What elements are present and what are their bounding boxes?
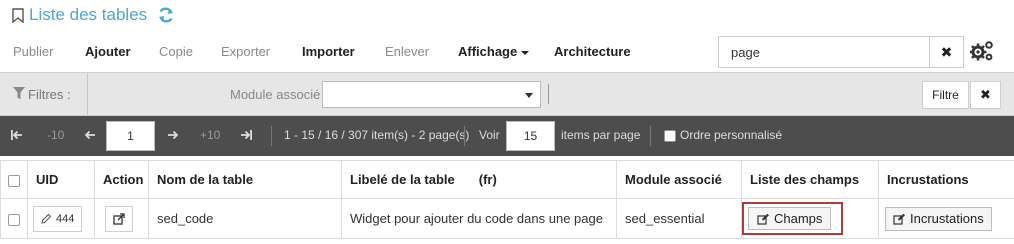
column-header-module[interactable]: Module associé: [616, 160, 742, 199]
voir-label: Voir: [479, 128, 500, 142]
highlight-box: Champs: [742, 202, 844, 235]
exporter-button[interactable]: Exporter: [221, 44, 270, 59]
affichage-menu[interactable]: Affichage: [458, 44, 530, 59]
publier-button[interactable]: Publier: [13, 44, 53, 59]
champs-button[interactable]: Champs: [748, 207, 832, 230]
items-per-page-label: items par page: [561, 128, 641, 142]
architecture-button[interactable]: Architecture: [554, 44, 631, 59]
page-title: Liste des tables: [29, 5, 148, 24]
divider: [464, 126, 465, 146]
module-filter-label: Module associé: [230, 87, 321, 102]
search-input[interactable]: [718, 36, 930, 68]
close-icon: ✖: [980, 87, 991, 102]
select-all-checkbox[interactable]: [8, 174, 20, 187]
column-header-incrustations: Incrustations: [878, 160, 1014, 199]
next-page-icon[interactable]: [167, 129, 179, 141]
divider: [87, 73, 88, 115]
close-icon: ✖: [940, 43, 953, 60]
table-header-row: UID Action Nom de la table Libelé de la …: [0, 160, 1014, 199]
pagination-summary: 1 - 15 / 16 / 307 item(s) - 2 page(s): [284, 128, 470, 142]
clear-filter-button[interactable]: ✖: [970, 81, 1001, 109]
share-icon: [113, 212, 125, 225]
forward-ten-button[interactable]: +10: [200, 128, 220, 142]
table-name-cell: sed_code: [148, 198, 342, 239]
filter-bar: Filtres : Module associé Filtre ✖: [0, 72, 1014, 116]
edit-icon: [893, 213, 905, 225]
select-all-cell: [0, 160, 28, 199]
libelle-lang-label: (fr): [478, 172, 497, 187]
champs-label: Champs: [774, 211, 823, 226]
importer-button[interactable]: Importer: [302, 44, 355, 59]
copie-button[interactable]: Copie: [159, 44, 193, 59]
custom-order-label: Ordre personnalisé: [680, 128, 783, 142]
libelle-cell: Widget pour ajouter du code dans une pag…: [341, 198, 617, 239]
items-per-page-input[interactable]: [506, 121, 555, 151]
last-page-icon[interactable]: [240, 129, 252, 141]
column-header-action: Action: [94, 160, 149, 199]
module-cell: sed_essential: [616, 198, 742, 239]
pagination-bar: -10 +10 1 - 15 / 16 / 307 item(s) - 2 pa…: [0, 116, 1014, 156]
cogs-icon[interactable]: [970, 40, 994, 62]
affichage-label: Affichage: [458, 44, 518, 59]
row-checkbox[interactable]: [8, 213, 20, 226]
uid-cell: 444: [27, 198, 95, 239]
column-header-uid[interactable]: UID: [27, 160, 95, 199]
clear-search-button[interactable]: ✖: [930, 36, 964, 68]
back-ten-button[interactable]: -10: [47, 128, 64, 142]
divider: [548, 84, 549, 104]
row-select-cell: [0, 198, 28, 239]
filter-icon: [13, 87, 25, 99]
ajouter-button[interactable]: Ajouter: [85, 44, 131, 59]
incrustations-cell: Incrustations: [878, 198, 1014, 239]
edit-uid-button[interactable]: 444: [33, 205, 83, 232]
divider: [271, 126, 272, 146]
column-header-libelle[interactable]: Libelé de la table (fr): [341, 160, 617, 199]
title-row: Liste des tables: [0, 0, 1014, 32]
custom-order-checkbox[interactable]: [664, 130, 676, 142]
tables-grid: UID Action Nom de la table Libelé de la …: [0, 160, 1014, 239]
uid-value: 444: [56, 212, 75, 225]
apply-filter-button[interactable]: Filtre: [922, 81, 969, 109]
champs-cell: Champs: [741, 198, 879, 239]
open-action-button[interactable]: [105, 205, 133, 232]
previous-page-icon[interactable]: [84, 129, 96, 141]
column-header-name[interactable]: Nom de la table: [148, 160, 342, 199]
module-select[interactable]: [322, 81, 541, 108]
divider: [650, 126, 651, 146]
incrustations-label: Incrustations: [910, 211, 984, 226]
bookmark-icon: [12, 8, 24, 23]
table-row: 444 sed_code Widget pour ajouter du code…: [0, 198, 1014, 239]
refresh-icon[interactable]: [157, 6, 175, 24]
current-page-input[interactable]: [106, 121, 155, 151]
pencil-icon: [41, 213, 52, 224]
libelle-header-label: Libelé de la table: [350, 172, 455, 187]
caret-down-icon: [525, 93, 533, 98]
column-header-champs: Liste des champs: [741, 160, 879, 199]
edit-icon: [757, 213, 769, 225]
action-cell: [94, 198, 149, 239]
first-page-icon[interactable]: [11, 129, 23, 141]
caret-down-icon: [521, 50, 530, 55]
filter-label: Filtres :: [28, 87, 71, 102]
enlever-button[interactable]: Enlever: [385, 44, 429, 59]
incrustations-button[interactable]: Incrustations: [885, 206, 992, 231]
